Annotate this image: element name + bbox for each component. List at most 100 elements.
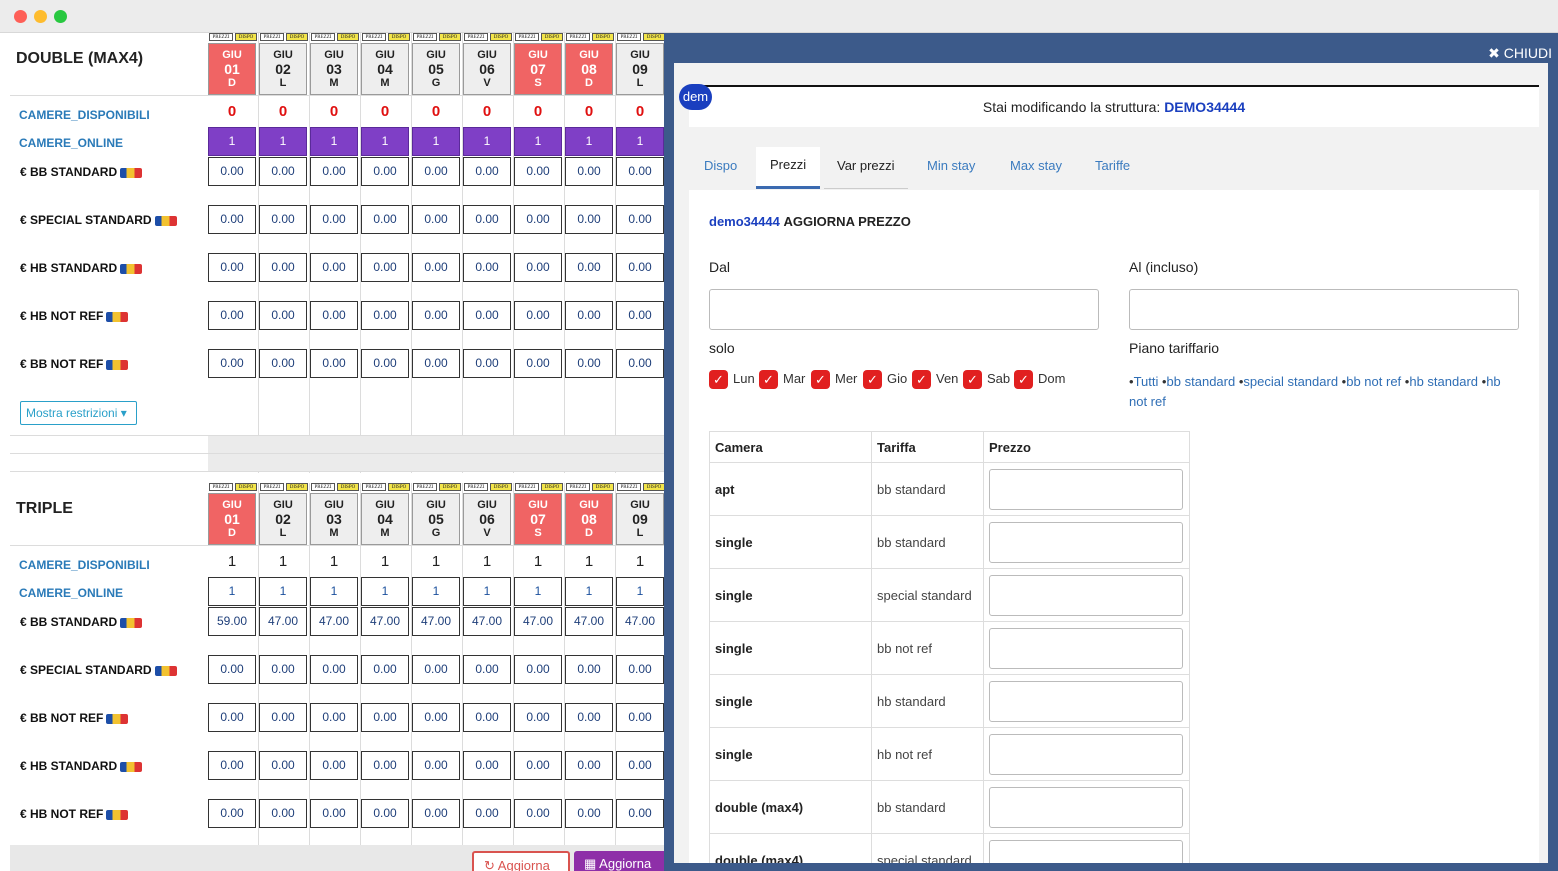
day-checkbox-dom[interactable]: ✓ Dom xyxy=(1014,370,1065,389)
prezzi-tag[interactable]: PREZZI xyxy=(209,483,233,491)
price-input[interactable]: 0.00 xyxy=(259,655,307,684)
price-input[interactable]: 0.00 xyxy=(412,751,460,780)
day-header[interactable]: GIU 08 D xyxy=(565,43,613,95)
rate-plan-link[interactable]: hb standard xyxy=(1409,374,1478,389)
price-input[interactable]: 0.00 xyxy=(259,157,307,186)
aggiorna-button[interactable]: ↻ Aggiorna xyxy=(472,851,570,871)
price-input[interactable]: 0.00 xyxy=(565,799,613,828)
price-input[interactable]: 0.00 xyxy=(310,205,358,234)
price-input[interactable]: 0.00 xyxy=(463,751,511,780)
online-rooms-input[interactable]: 1 xyxy=(412,127,460,156)
checkbox-checked-icon[interactable]: ✓ xyxy=(709,370,728,389)
rate-plan-link[interactable]: special standard xyxy=(1243,374,1338,389)
price-input[interactable]: 0.00 xyxy=(412,655,460,684)
checkbox-checked-icon[interactable]: ✓ xyxy=(1014,370,1033,389)
price-input[interactable]: 0.00 xyxy=(463,157,511,186)
online-rooms-input[interactable]: 1 xyxy=(463,127,511,156)
day-header[interactable]: GIU 09 L xyxy=(616,493,664,545)
day-checkbox-ven[interactable]: ✓ Ven xyxy=(912,370,958,389)
prezzi-tag[interactable]: PREZZI xyxy=(566,483,590,491)
price-input[interactable]: 0.00 xyxy=(259,349,307,378)
dispo-tag[interactable]: DISPO xyxy=(439,483,461,491)
day-header[interactable]: GIU 06 V xyxy=(463,493,511,545)
price-input[interactable]: 47.00 xyxy=(412,607,460,636)
dispo-tag[interactable]: DISPO xyxy=(541,33,563,41)
price-input[interactable]: 47.00 xyxy=(361,607,409,636)
maximize-window-button[interactable] xyxy=(54,10,67,23)
price-input[interactable]: 0.00 xyxy=(259,205,307,234)
price-input[interactable]: 0.00 xyxy=(310,157,358,186)
price-input[interactable]: 0.00 xyxy=(463,655,511,684)
price-input[interactable]: 47.00 xyxy=(514,607,562,636)
price-input[interactable]: 0.00 xyxy=(310,253,358,282)
day-header[interactable]: GIU 04 M xyxy=(361,493,409,545)
price-input[interactable] xyxy=(989,468,1183,510)
day-checkbox-mar[interactable]: ✓ Mar xyxy=(759,370,805,389)
close-window-button[interactable] xyxy=(14,10,27,23)
prezzi-tag[interactable]: PREZZI xyxy=(617,483,641,491)
price-input[interactable]: 0.00 xyxy=(412,157,460,186)
price-input[interactable]: 0.00 xyxy=(361,655,409,684)
price-input[interactable]: 0.00 xyxy=(361,205,409,234)
online-rooms-input[interactable]: 1 xyxy=(616,577,664,606)
tab-prezzi[interactable]: Prezzi xyxy=(770,157,806,172)
dispo-tag[interactable]: DISPO xyxy=(235,483,257,491)
checkbox-checked-icon[interactable]: ✓ xyxy=(759,370,778,389)
rate-plan-link[interactable]: bb standard xyxy=(1167,374,1236,389)
tab-tariffe[interactable]: Tariffe xyxy=(1095,158,1130,173)
price-input[interactable]: 0.00 xyxy=(208,751,256,780)
price-input[interactable]: 0.00 xyxy=(361,253,409,282)
price-input[interactable]: 0.00 xyxy=(310,703,358,732)
rate-plan-link[interactable]: Tutti xyxy=(1134,374,1159,389)
checkbox-checked-icon[interactable]: ✓ xyxy=(811,370,830,389)
price-input[interactable]: 0.00 xyxy=(208,253,256,282)
price-input[interactable]: 0.00 xyxy=(310,301,358,330)
price-input[interactable]: 0.00 xyxy=(514,301,562,330)
tab-min-stay[interactable]: Min stay xyxy=(927,158,975,173)
price-input[interactable]: 0.00 xyxy=(514,253,562,282)
price-input[interactable]: 0.00 xyxy=(514,157,562,186)
online-rooms-input[interactable]: 1 xyxy=(208,127,256,156)
price-input[interactable]: 0.00 xyxy=(565,157,613,186)
price-input[interactable]: 0.00 xyxy=(514,703,562,732)
price-input[interactable]: 0.00 xyxy=(259,799,307,828)
dispo-tag[interactable]: DISPO xyxy=(337,33,359,41)
dispo-tag[interactable]: DISPO xyxy=(286,483,308,491)
dispo-tag[interactable]: DISPO xyxy=(592,33,614,41)
prezzi-tag[interactable]: PREZZI xyxy=(515,33,539,41)
price-input[interactable]: 0.00 xyxy=(616,205,664,234)
prezzi-tag[interactable]: PREZZI xyxy=(209,33,233,41)
dispo-tag[interactable]: DISPO xyxy=(643,483,664,491)
day-header[interactable]: GIU 02 L xyxy=(259,493,307,545)
day-header[interactable]: GIU 01 D xyxy=(208,493,256,545)
prezzi-tag[interactable]: PREZZI xyxy=(413,483,437,491)
day-header[interactable]: GIU 07 S xyxy=(514,43,562,95)
price-input[interactable]: 0.00 xyxy=(208,157,256,186)
dispo-tag[interactable]: DISPO xyxy=(490,483,512,491)
price-input[interactable]: 0.00 xyxy=(310,349,358,378)
aggiorna-calendar-button[interactable]: ▦ Aggiorna xyxy=(574,851,664,871)
price-input[interactable] xyxy=(989,680,1183,722)
price-input[interactable] xyxy=(989,733,1183,775)
price-input[interactable]: 0.00 xyxy=(463,703,511,732)
price-input[interactable]: 0.00 xyxy=(208,349,256,378)
price-input[interactable]: 0.00 xyxy=(514,655,562,684)
prezzi-tag[interactable]: PREZZI xyxy=(464,483,488,491)
price-input[interactable]: 0.00 xyxy=(565,655,613,684)
day-header[interactable]: GIU 03 M xyxy=(310,493,358,545)
online-rooms-input[interactable]: 1 xyxy=(361,127,409,156)
price-input[interactable]: 0.00 xyxy=(259,301,307,330)
price-input[interactable]: 0.00 xyxy=(310,799,358,828)
day-checkbox-lun[interactable]: ✓ Lun xyxy=(709,370,755,389)
price-input[interactable]: 0.00 xyxy=(616,253,664,282)
price-input[interactable]: 0.00 xyxy=(208,655,256,684)
online-rooms-input[interactable]: 1 xyxy=(361,577,409,606)
price-input[interactable]: 0.00 xyxy=(463,799,511,828)
dispo-tag[interactable]: DISPO xyxy=(643,33,664,41)
checkbox-checked-icon[interactable]: ✓ xyxy=(963,370,982,389)
price-input[interactable]: 0.00 xyxy=(463,205,511,234)
checkbox-checked-icon[interactable]: ✓ xyxy=(912,370,931,389)
price-input[interactable]: 0.00 xyxy=(565,205,613,234)
avatar[interactable]: dem xyxy=(679,84,712,110)
online-rooms-input[interactable]: 1 xyxy=(310,577,358,606)
